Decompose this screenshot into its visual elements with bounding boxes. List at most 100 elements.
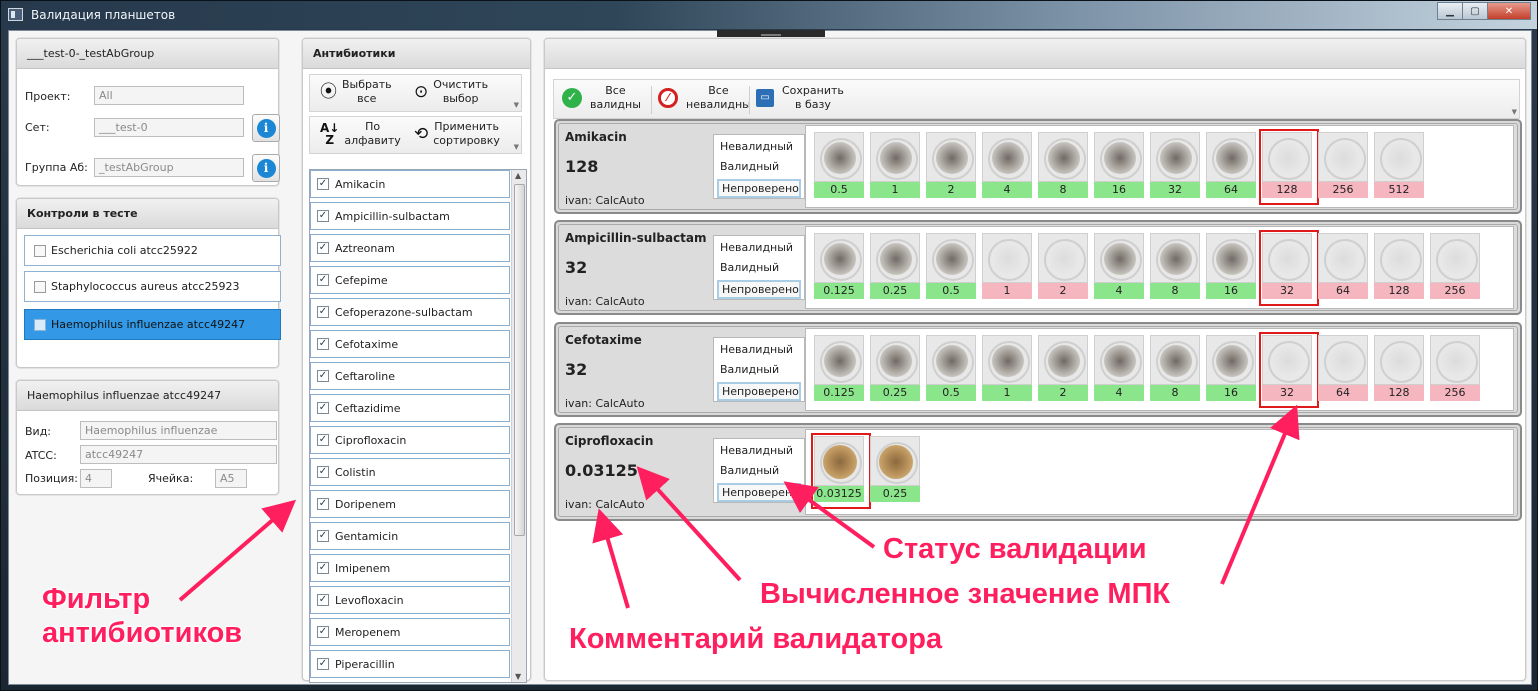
all-valid-button[interactable]: ✓ Все валидны bbox=[562, 84, 641, 112]
status-option-unchecked[interactable]: Непроверено bbox=[717, 280, 801, 299]
control-item-selected[interactable]: Haemophilus influenzae atcc49247 bbox=[24, 309, 281, 340]
status-option-unchecked[interactable]: Непроверено bbox=[717, 483, 801, 502]
toolbar-overflow-icon[interactable]: ▼ bbox=[514, 143, 519, 151]
antibiotics-scrollbar[interactable]: ▲ ▼ bbox=[511, 170, 526, 682]
checkbox-checked-icon[interactable]: ✓ bbox=[317, 466, 329, 478]
project-field[interactable]: All bbox=[94, 86, 244, 105]
checkbox-checked-icon[interactable]: ✓ bbox=[317, 178, 329, 190]
antibiotic-item[interactable]: ✓ Piperacillin bbox=[310, 650, 510, 678]
scroll-down-icon[interactable]: ▼ bbox=[515, 672, 521, 681]
antibiotic-item[interactable]: ✓ Ciprofloxacin bbox=[310, 426, 510, 454]
antibiotic-item[interactable]: ✓ Cefoperazone-sulbactam bbox=[310, 298, 510, 326]
status-option-valid[interactable]: Валидный bbox=[720, 261, 779, 274]
well[interactable]: 16 bbox=[1094, 132, 1144, 198]
well[interactable]: 8 bbox=[1150, 233, 1200, 299]
control-checkbox[interactable] bbox=[34, 245, 46, 257]
antibiotic-item[interactable]: ✓ Amikacin bbox=[310, 170, 510, 198]
status-option-invalid[interactable]: Невалидный bbox=[720, 241, 793, 254]
antibiotic-item[interactable]: ✓ Aztreonam bbox=[310, 234, 510, 262]
status-option-valid[interactable]: Валидный bbox=[720, 464, 779, 477]
toolbar-overflow-icon[interactable]: ▼ bbox=[1512, 108, 1517, 116]
minimize-icon[interactable]: ▁ bbox=[1437, 2, 1463, 20]
status-option-valid[interactable]: Валидный bbox=[720, 363, 779, 376]
save-to-db-button[interactable]: ▭ Сохранить в базу bbox=[756, 84, 844, 112]
antibiotic-item[interactable]: ✓ Cefotaxime bbox=[310, 330, 510, 358]
well-mic-highlight[interactable]: 128 bbox=[1259, 129, 1319, 205]
checkbox-checked-icon[interactable]: ✓ bbox=[317, 402, 329, 414]
well[interactable]: 2 bbox=[1038, 335, 1088, 401]
well[interactable]: 4 bbox=[982, 132, 1032, 198]
checkbox-checked-icon[interactable]: ✓ bbox=[317, 370, 329, 382]
antibiotic-item[interactable]: ✓ Ceftazidime bbox=[310, 394, 510, 422]
well[interactable]: 256 bbox=[1430, 233, 1480, 299]
checkbox-checked-icon[interactable]: ✓ bbox=[317, 562, 329, 574]
well[interactable]: 4 bbox=[1094, 233, 1144, 299]
checkbox-checked-icon[interactable]: ✓ bbox=[317, 626, 329, 638]
checkbox-checked-icon[interactable]: ✓ bbox=[317, 658, 329, 670]
well[interactable]: 64 bbox=[1206, 132, 1256, 198]
status-option-unchecked[interactable]: Непроверено bbox=[717, 179, 801, 198]
well[interactable]: 0.25 bbox=[870, 436, 920, 502]
group-info-button[interactable]: i bbox=[252, 154, 280, 182]
well[interactable]: 128 bbox=[1374, 335, 1424, 401]
well[interactable]: 16 bbox=[1206, 233, 1256, 299]
scrollbar-thumb[interactable] bbox=[514, 184, 525, 536]
well[interactable]: 1 bbox=[870, 132, 920, 198]
well[interactable]: 32 bbox=[1150, 132, 1200, 198]
status-option-invalid[interactable]: Невалидный bbox=[720, 444, 793, 457]
well[interactable]: 4 bbox=[1094, 335, 1144, 401]
status-option-valid[interactable]: Валидный bbox=[720, 160, 779, 173]
all-invalid-button[interactable]: ⁄ Все невалидны bbox=[658, 84, 751, 112]
checkbox-checked-icon[interactable]: ✓ bbox=[317, 306, 329, 318]
well[interactable]: 0.5 bbox=[926, 233, 976, 299]
checkbox-checked-icon[interactable]: ✓ bbox=[317, 210, 329, 222]
well[interactable]: 2 bbox=[1038, 233, 1088, 299]
well[interactable]: 0.5 bbox=[814, 132, 864, 198]
apply-sort-button[interactable]: ⟲ Применить сортировку bbox=[414, 120, 500, 148]
antibiotic-item[interactable]: ✓ Cefepime bbox=[310, 266, 510, 294]
antibiotic-item[interactable]: ✓ Ampicillin-sulbactam bbox=[310, 202, 510, 230]
well[interactable]: 16 bbox=[1206, 335, 1256, 401]
antibiotic-item[interactable]: ✓ Ceftaroline bbox=[310, 362, 510, 390]
well[interactable]: 8 bbox=[1150, 335, 1200, 401]
checkbox-checked-icon[interactable]: ✓ bbox=[317, 434, 329, 446]
antibiotic-item[interactable]: ✓ Doripenem bbox=[310, 490, 510, 518]
antibiotic-item[interactable]: ✓ Meropenem bbox=[310, 618, 510, 646]
well[interactable]: 512 bbox=[1374, 132, 1424, 198]
select-all-button[interactable]: ⦿ Выбрать все bbox=[320, 78, 392, 106]
status-option-invalid[interactable]: Невалидный bbox=[720, 343, 793, 356]
well[interactable]: 0.5 bbox=[926, 335, 976, 401]
well-mic-highlight[interactable]: 32 bbox=[1259, 332, 1319, 408]
clear-selection-button[interactable]: ⊙ Очистить выбор bbox=[414, 78, 488, 106]
maximize-icon[interactable]: ▢ bbox=[1462, 2, 1488, 20]
cell-field[interactable]: A5 bbox=[215, 469, 247, 488]
antibiotic-item[interactable]: ✓ Colistin bbox=[310, 458, 510, 486]
species-field[interactable]: Haemophilus influenzae bbox=[80, 421, 277, 440]
well[interactable]: 0.125 bbox=[814, 233, 864, 299]
well[interactable]: 8 bbox=[1038, 132, 1088, 198]
set-info-button[interactable]: i bbox=[252, 114, 280, 142]
checkbox-checked-icon[interactable]: ✓ bbox=[317, 530, 329, 542]
well[interactable]: 64 bbox=[1318, 335, 1368, 401]
well[interactable]: 64 bbox=[1318, 233, 1368, 299]
close-icon[interactable]: ✕ bbox=[1487, 2, 1531, 20]
group-field[interactable]: _testAbGroup bbox=[94, 158, 244, 177]
well[interactable]: 0.25 bbox=[870, 233, 920, 299]
well[interactable]: 0.25 bbox=[870, 335, 920, 401]
set-field[interactable]: ___test-0 bbox=[94, 118, 244, 137]
antibiotic-item[interactable]: ✓ Imipenem bbox=[310, 554, 510, 582]
well[interactable]: 0.125 bbox=[814, 335, 864, 401]
checkbox-checked-icon[interactable]: ✓ bbox=[317, 274, 329, 286]
control-checkbox[interactable] bbox=[34, 319, 46, 331]
atcc-field[interactable]: atcc49247 bbox=[80, 445, 277, 464]
scroll-up-icon[interactable]: ▲ bbox=[515, 171, 521, 180]
well[interactable]: 2 bbox=[926, 132, 976, 198]
antibiotic-item[interactable]: ✓ Levofloxacin bbox=[310, 586, 510, 614]
well-mic-highlight[interactable]: 32 bbox=[1259, 230, 1319, 306]
control-checkbox[interactable] bbox=[34, 281, 46, 293]
well[interactable]: 128 bbox=[1374, 233, 1424, 299]
well-mic-highlight[interactable]: 0.03125 bbox=[811, 433, 871, 509]
antibiotic-item[interactable]: ✓ Gentamicin bbox=[310, 522, 510, 550]
well[interactable]: 1 bbox=[982, 233, 1032, 299]
control-item[interactable]: Staphylococcus aureus atcc25923 bbox=[24, 271, 281, 302]
